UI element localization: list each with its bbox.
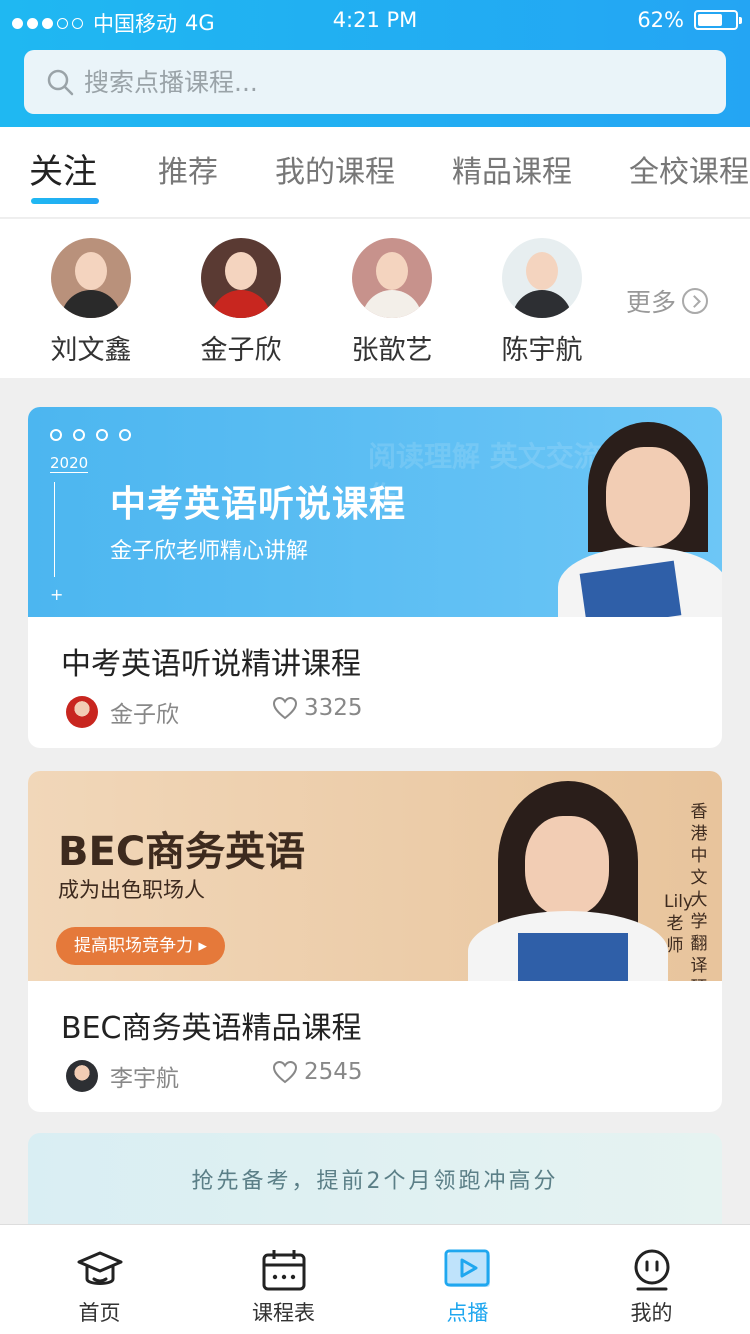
nav-label: 课程表: [252, 1301, 315, 1325]
nav-label: 点播: [446, 1301, 489, 1325]
banner-divider: [54, 482, 55, 577]
teacher-name: 刘文鑫: [50, 335, 132, 366]
banner-dots: [50, 429, 131, 441]
profile-face-icon: [628, 1249, 676, 1291]
teacher-name: 张歆艺: [351, 335, 433, 366]
nav-home[interactable]: 首页: [6, 1225, 193, 1334]
plus-icon: +: [50, 585, 64, 604]
avatar: [201, 238, 281, 318]
likes-value: 2545: [304, 1059, 363, 1085]
course-teacher: 金子欣: [66, 695, 179, 729]
battery-icon: [694, 10, 742, 30]
course-banner: BEC商务英语 成为出色职场人 提高职场竞争力 ▸ 香港中文大学翻译硕士 Lil…: [28, 771, 722, 981]
teacher-item[interactable]: 刘文鑫: [36, 238, 146, 367]
nav-label: 首页: [78, 1301, 121, 1325]
course-card[interactable]: 阅读理解 英文交流 英文写作 2020 + 中考英语听说课程 金子欣老师精心讲解…: [28, 407, 722, 748]
teacher-name: 陈宇航: [501, 335, 583, 366]
more-label: 更多: [626, 288, 677, 317]
status-bar: 中国移动 4G 4:21 PM 62%: [0, 0, 750, 42]
teacher-name: 李宇航: [110, 1066, 179, 1092]
chevron-right-icon: [682, 288, 709, 314]
tab-school-courses[interactable]: 全校课程: [629, 147, 749, 191]
tab-recommended[interactable]: 推荐: [158, 147, 218, 191]
likes-value: 3325: [304, 695, 363, 721]
like-count[interactable]: 2545: [272, 1059, 363, 1085]
tab-following[interactable]: 关注: [29, 144, 97, 193]
like-count[interactable]: 3325: [272, 695, 363, 721]
calendar-icon: [260, 1249, 308, 1291]
avatar: [502, 238, 582, 318]
nav-profile[interactable]: 我的: [558, 1225, 745, 1334]
battery-percent: 62%: [637, 8, 684, 32]
banner-subline: 成为出色职场人: [58, 878, 205, 902]
nav-on-demand[interactable]: 点播: [374, 1225, 561, 1334]
search-input[interactable]: [84, 67, 684, 97]
banner-headline: BEC商务英语: [58, 829, 306, 875]
teacher-item[interactable]: 陈宇航: [487, 238, 597, 367]
tab-my-courses[interactable]: 我的课程: [275, 147, 395, 191]
avatar: [66, 1060, 98, 1092]
heart-icon: [272, 696, 298, 720]
nav-label: 我的: [630, 1301, 673, 1325]
banner-year: 2020: [50, 454, 89, 473]
teacher-item[interactable]: 张歆艺: [337, 238, 447, 367]
banner-headline: 中考英语听说课程: [110, 484, 407, 525]
bottom-navigation: 首页 课程表 点播 我的: [0, 1224, 750, 1334]
search-bar[interactable]: [24, 50, 726, 114]
avatar: [66, 696, 98, 728]
graduation-cap-icon: [76, 1249, 124, 1291]
banner-cta-button: 提高职场竞争力 ▸: [56, 927, 225, 965]
active-tab-indicator: [31, 198, 99, 204]
followed-teachers: 刘文鑫 金子欣 张歆艺 陈宇航 更多: [0, 219, 750, 378]
course-title: 中考英语听说精讲课程: [61, 647, 361, 682]
play-icon: [444, 1249, 492, 1291]
course-teacher: 李宇航: [66, 1059, 179, 1093]
banner-vertical-credential: 香港中文大学翻译硕士: [690, 802, 708, 981]
teacher-name: 金子欣: [200, 335, 282, 366]
tab-premium-courses[interactable]: 精品课程: [452, 147, 572, 191]
header: 中国移动 4G 4:21 PM 62%: [0, 0, 750, 127]
banner-subline: 金子欣老师精心讲解: [110, 539, 309, 564]
peek-banner-text: 抢先备考，提前2个月领跑冲高分: [191, 1169, 559, 1194]
teacher-item[interactable]: 金子欣: [186, 238, 296, 367]
avatar: [352, 238, 432, 318]
course-title: BEC商务英语精品课程: [61, 1011, 362, 1046]
course-banner: 阅读理解 英文交流 英文写作 2020 + 中考英语听说课程 金子欣老师精心讲解: [28, 407, 722, 617]
course-card[interactable]: BEC商务英语 成为出色职场人 提高职场竞争力 ▸ 香港中文大学翻译硕士 Lil…: [28, 771, 722, 1112]
banner-vertical-teacher: Lily老师: [664, 892, 693, 956]
heart-icon: [272, 1060, 298, 1084]
status-right: 62%: [637, 8, 742, 32]
avatar: [51, 238, 131, 318]
more-teachers-link[interactable]: 更多: [626, 283, 709, 319]
search-icon: [47, 69, 74, 96]
category-tabs: 关注 推荐 我的课程 精品课程 全校课程: [0, 127, 750, 218]
nav-schedule[interactable]: 课程表: [190, 1225, 377, 1334]
teacher-name: 金子欣: [110, 702, 179, 728]
